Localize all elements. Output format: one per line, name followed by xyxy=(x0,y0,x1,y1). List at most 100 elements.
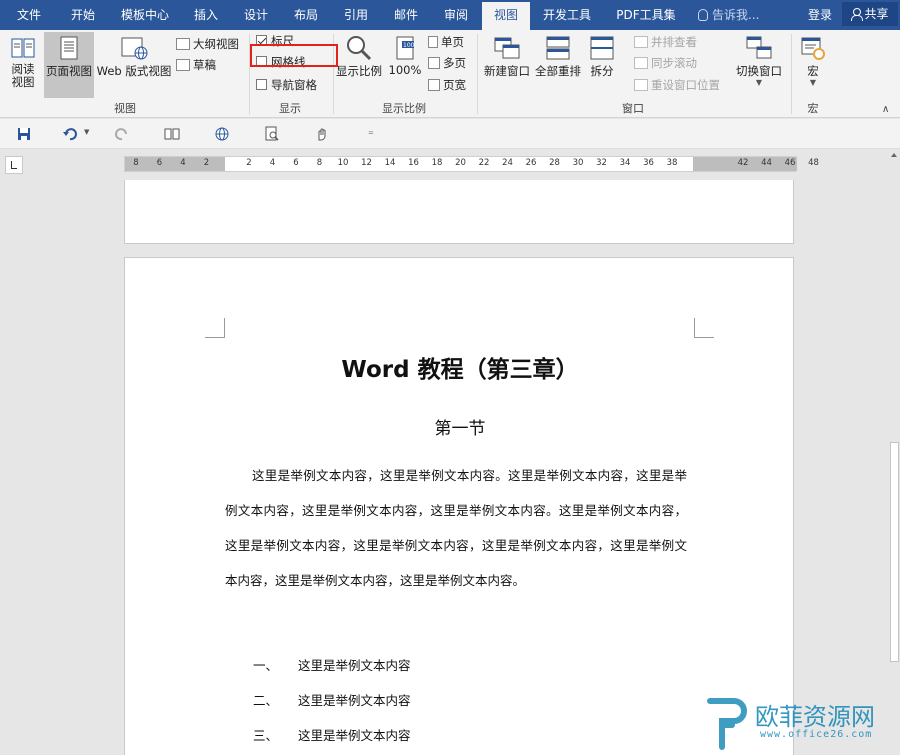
web-layout-button[interactable]: Web 版式视图 xyxy=(96,32,172,98)
tab-insert[interactable]: 插入 xyxy=(186,0,226,30)
arrange-all-icon xyxy=(546,36,570,60)
list-item: 一、 这里是举例文本内容 xyxy=(253,655,411,674)
list-item-text: 这里是举例文本内容 xyxy=(298,658,411,673)
undo-icon[interactable] xyxy=(62,126,78,142)
view-side-by-side-button[interactable]: 并排查看 xyxy=(634,32,697,52)
print-layout-icon xyxy=(60,36,78,60)
ruler-number: 22 xyxy=(478,158,490,168)
touch-mode-icon[interactable] xyxy=(314,126,330,142)
multiple-pages-button[interactable]: 多页 xyxy=(428,53,466,73)
draft-button[interactable]: 草稿 xyxy=(176,55,216,75)
split-button[interactable]: 拆分 xyxy=(586,32,618,98)
side-by-side-icon[interactable] xyxy=(164,126,180,142)
ruler-number: 26 xyxy=(525,158,537,168)
view-side-by-side-label: 并排查看 xyxy=(651,35,697,49)
ruler-number: 44 xyxy=(761,158,772,168)
site-watermark: 欧菲资源网 www.office26.com xyxy=(700,695,900,755)
body-paragraph: 这里是举例文本内容，这里是举例文本内容。这里是举例文本内容，这里是举例文本内容，… xyxy=(225,468,687,588)
switch-windows-label: 切换窗口 xyxy=(736,64,782,78)
print-layout-button[interactable]: 页面视图 xyxy=(44,32,94,98)
reset-window-position-button[interactable]: 重设窗口位置 xyxy=(634,75,720,95)
list-marker: 三、 xyxy=(253,728,279,743)
person-icon xyxy=(851,8,864,21)
synchronous-scrolling-label: 同步滚动 xyxy=(651,56,697,70)
side-by-side-icon xyxy=(634,36,648,48)
svg-text:100: 100 xyxy=(403,42,415,49)
zoom-100-label: 100% xyxy=(388,63,422,77)
macros-button[interactable]: 宏 ▼ xyxy=(796,32,830,98)
vertical-scrollbar[interactable] xyxy=(889,150,900,755)
save-icon[interactable] xyxy=(16,126,32,142)
group-label-views: 视图 xyxy=(114,102,136,115)
scroll-up-icon[interactable] xyxy=(891,153,897,157)
ruler-number: 48 xyxy=(808,158,819,168)
reset-window-position-label: 重设窗口位置 xyxy=(651,78,720,92)
new-window-icon xyxy=(494,37,520,59)
tab-layout[interactable]: 布局 xyxy=(286,0,326,30)
tab-file[interactable]: 文件 xyxy=(6,0,52,30)
arrange-all-button[interactable]: 全部重排 xyxy=(534,32,582,98)
list-item: 二、 这里是举例文本内容 xyxy=(253,690,411,709)
tab-stop-selector[interactable] xyxy=(5,156,23,174)
synchronous-scrolling-button[interactable]: 同步滚动 xyxy=(634,53,697,73)
group-label-show: 显示 xyxy=(279,102,301,115)
read-mode-button[interactable]: 阅读 视图 xyxy=(4,32,42,98)
ruler-number: 6 xyxy=(156,158,163,168)
outline-label: 大纲视图 xyxy=(193,37,239,51)
ruler-number: 2 xyxy=(203,158,210,168)
login-link[interactable]: 登录 xyxy=(808,0,832,30)
switch-windows-icon xyxy=(746,36,772,59)
tab-design[interactable]: 设计 xyxy=(236,0,276,30)
page-width-icon xyxy=(428,79,440,91)
tab-developer[interactable]: 开发工具 xyxy=(538,0,596,30)
horizontal-ruler[interactable]: 8 6 4 2 2 4 6 8 10 12 14 16 18 20 22 24 26 28 30 32 34 36 38 42… xyxy=(124,156,819,172)
watermark-logo xyxy=(707,698,747,750)
share-button[interactable]: 共享 xyxy=(842,2,898,26)
ruler-number: 6 xyxy=(293,158,299,168)
collapse-ribbon-icon[interactable]: ∧ xyxy=(882,104,889,115)
lightbulb-icon xyxy=(698,9,708,21)
ruler-number: 34 xyxy=(619,158,631,168)
tab-home[interactable]: 开始 xyxy=(60,0,106,30)
tab-template-center[interactable]: 模板中心 xyxy=(114,0,176,30)
tab-mailings[interactable]: 邮件 xyxy=(386,0,426,30)
macros-label: 宏 xyxy=(807,64,819,78)
chevron-down-icon: ▼ xyxy=(809,78,817,87)
tab-references[interactable]: 引用 xyxy=(336,0,376,30)
page-width-button[interactable]: 页宽 xyxy=(428,75,466,95)
outline-button[interactable]: 大纲视图 xyxy=(176,34,239,54)
one-page-icon xyxy=(428,36,438,48)
scrollbar-thumb[interactable] xyxy=(890,442,899,662)
crop-mark xyxy=(694,318,714,338)
zoom-button[interactable]: 显示比例 xyxy=(336,32,382,98)
list-marker: 一、 xyxy=(253,658,279,673)
ruler-number: 4 xyxy=(180,158,186,168)
redo-icon[interactable] xyxy=(114,126,130,142)
print-preview-icon[interactable] xyxy=(264,126,280,142)
read-mode-label: 阅读 视图 xyxy=(11,62,35,89)
undo-dropdown-icon[interactable]: ▼ xyxy=(84,128,89,136)
ruler-number: 38 xyxy=(666,158,678,168)
switch-windows-button[interactable]: 切换窗口 ▼ xyxy=(732,32,786,98)
tab-pdf-tools[interactable]: PDF工具集 xyxy=(608,0,684,30)
customize-toolbar-icon[interactable]: = xyxy=(368,129,374,137)
navigation-pane-checkbox[interactable]: 导航窗格 xyxy=(256,75,317,95)
draft-icon xyxy=(176,59,190,71)
new-window-label: 新建窗口 xyxy=(484,64,530,78)
document-page[interactable]: Word 教程（第三章） 第一节 这里是举例文本内容，这里是举例文本内容。这里是… xyxy=(124,257,794,755)
tab-review[interactable]: 审阅 xyxy=(436,0,476,30)
magnifier-icon xyxy=(347,36,372,61)
document-title: Word 教程（第三章） xyxy=(341,357,579,383)
outline-icon xyxy=(176,38,190,50)
arrange-all-label: 全部重排 xyxy=(535,64,581,78)
ruler-number: 24 xyxy=(502,158,513,168)
new-window-button[interactable]: 新建窗口 xyxy=(482,32,532,98)
tab-view[interactable]: 视图 xyxy=(482,2,530,32)
quick-access-toolbar: ▼ = xyxy=(0,119,900,149)
document-subtitle: 第一节 xyxy=(434,419,486,439)
globe-icon[interactable] xyxy=(214,126,230,142)
tell-me-search[interactable]: 告诉我... xyxy=(698,0,759,30)
one-page-button[interactable]: 单页 xyxy=(428,32,464,52)
web-layout-icon xyxy=(121,37,148,60)
zoom-100-button[interactable]: 100 100% xyxy=(386,32,424,98)
